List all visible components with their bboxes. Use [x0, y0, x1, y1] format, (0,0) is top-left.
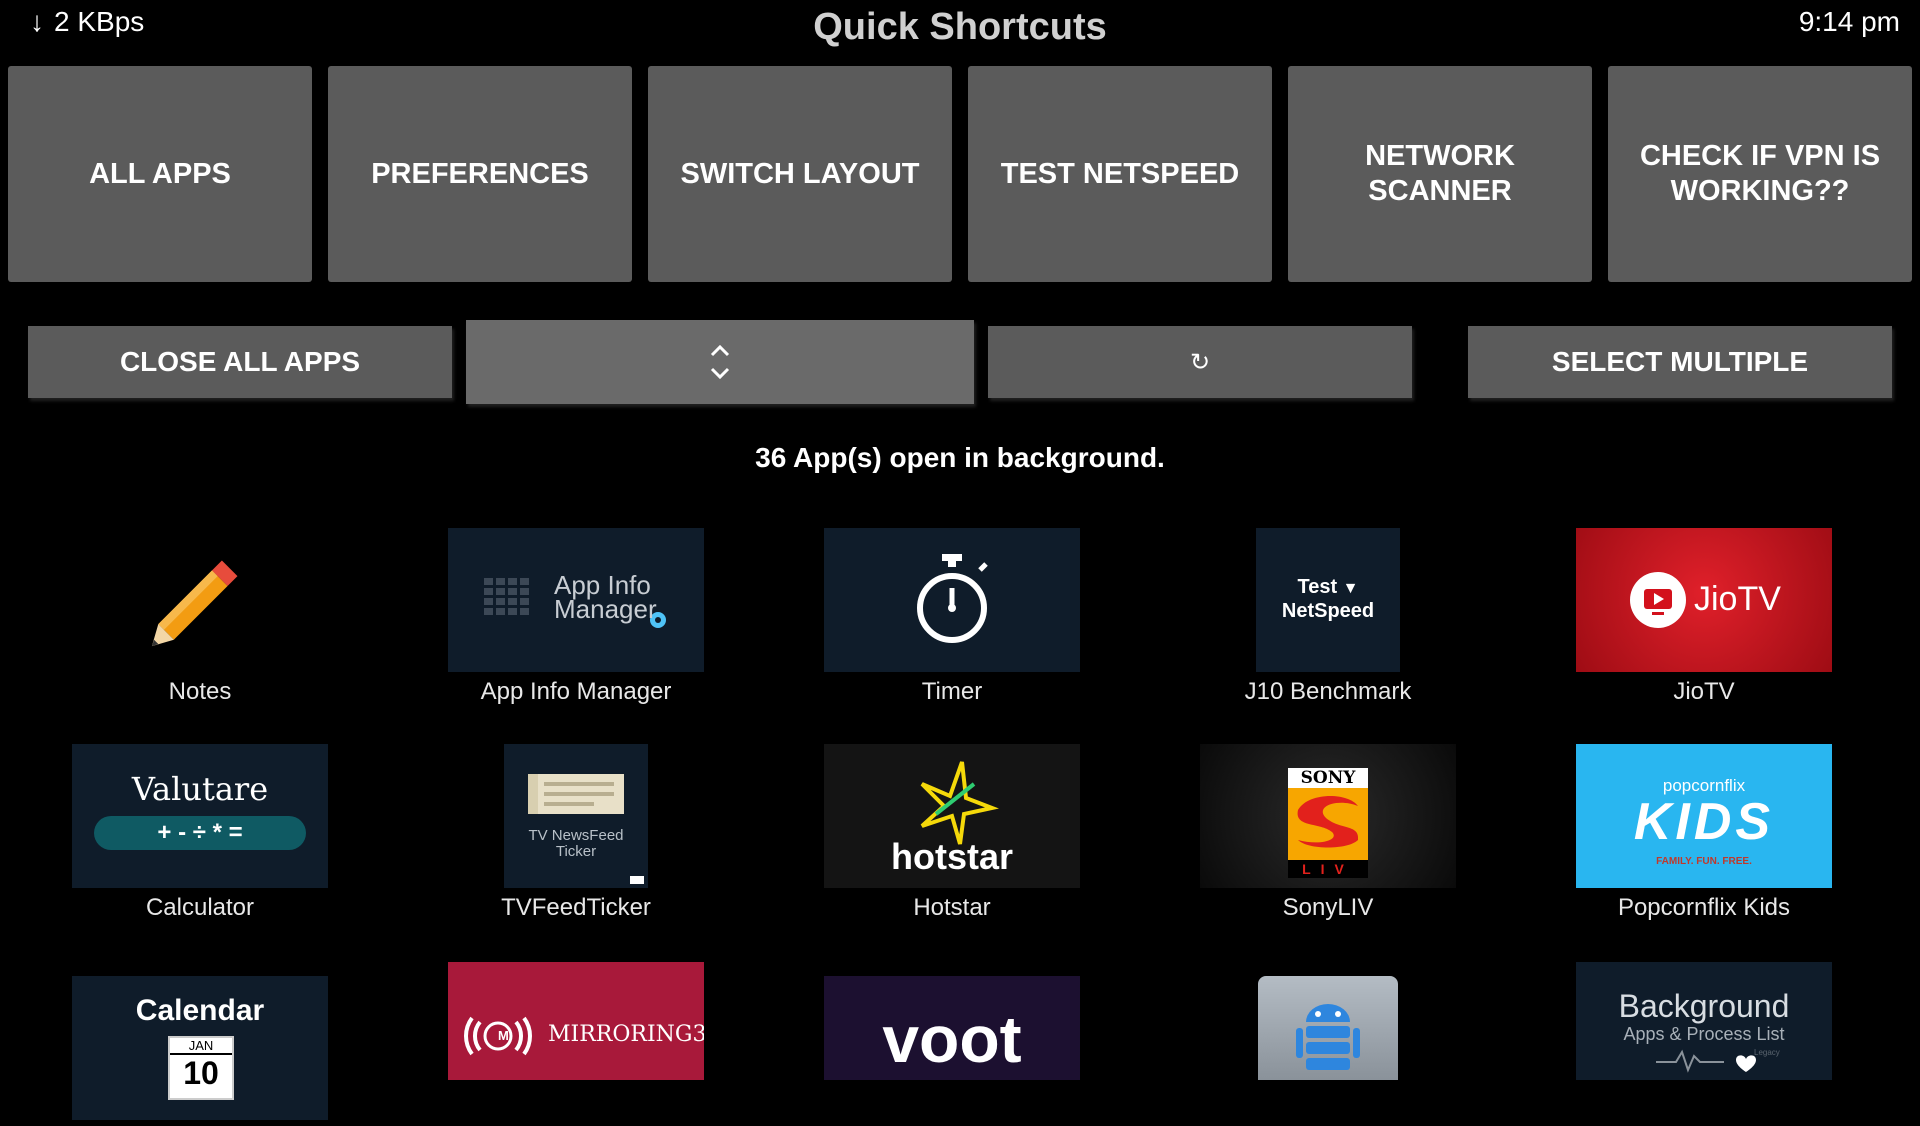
app-tile-android-server[interactable]: [1200, 976, 1456, 1086]
app-label: App Info Manager: [480, 678, 672, 705]
app-label: Calculator: [145, 894, 255, 921]
android-server-icon: [1258, 976, 1398, 1080]
app-label: Popcornflix Kids: [1617, 894, 1791, 921]
calendar-month: JAN: [170, 1038, 232, 1055]
app-tile-popcornflix-kids[interactable]: popcornflix KIDS FAMILY. FUN. FREE. Popc…: [1576, 744, 1832, 922]
calculator-title: Valutare: [131, 770, 269, 808]
background-app-count: 36 App(s) open in background.: [755, 442, 1165, 473]
close-all-apps-button[interactable]: CLOSE ALL APPS: [28, 326, 452, 398]
app-label: TVFeedTicker: [501, 894, 651, 921]
app-tile-j10-benchmark[interactable]: Test ▼ NetSpeed J10 Benchmark: [1200, 528, 1456, 706]
m-letter: M: [498, 1028, 509, 1043]
calendar-title: Calendar: [135, 994, 265, 1027]
mirroring360-text: MIRRORING360: [548, 1022, 704, 1047]
app-tile-tvfeedticker[interactable]: TV NewsFeed Ticker TVFeedTicker: [448, 744, 704, 922]
legacy-badge: Legacy: [1754, 1048, 1780, 1057]
action-row: CLOSE ALL APPS ↻ SELECT MULTIPLE: [0, 320, 1920, 410]
refresh-button[interactable]: ↻: [988, 326, 1412, 398]
hotstar-text: hotstar: [890, 836, 1013, 877]
app-tile-mirroring360[interactable]: M MIRRORING360: [448, 962, 704, 1086]
chevron-up-icon: [710, 344, 730, 357]
app-info-manager-icon: App Info Manager: [448, 528, 704, 672]
popcornflix-kids-icon: popcornflix KIDS FAMILY. FUN. FREE.: [1576, 744, 1832, 888]
refresh-icon: ↻: [1189, 348, 1211, 376]
app-label: Timer: [921, 678, 983, 705]
popcornflix-tagline: FAMILY. FUN. FREE.: [1656, 856, 1752, 867]
app-tile-notes[interactable]: Notes: [72, 528, 328, 706]
app-info-manager-text-2: Manager: [554, 594, 657, 624]
app-tile-hotstar[interactable]: hotstar Hotstar: [824, 744, 1080, 922]
calendar-page: JAN 10: [168, 1036, 234, 1100]
ticker-text: TV NewsFeed Ticker: [528, 827, 624, 860]
kids-text: KIDS: [1633, 793, 1775, 851]
mirroring360-icon: M MIRRORING360: [448, 962, 704, 1080]
app-tile-calculator[interactable]: Valutare + - ÷ * = Calculator: [72, 744, 328, 922]
app-tile-sonyliv[interactable]: SONY LIV SonyLIV: [1200, 744, 1456, 922]
app-tile-calendar[interactable]: Calendar JAN 10: [72, 976, 328, 1126]
app-tile-jiotv[interactable]: JioTV JioTV: [1576, 528, 1832, 706]
netspeed-text-2: NetSpeed: [1281, 600, 1375, 622]
calendar-day: 10: [183, 1055, 219, 1091]
test-netspeed-button[interactable]: TEST NETSPEED: [968, 66, 1272, 282]
app-label: Notes: [168, 678, 232, 705]
page-title: Quick Shortcuts: [813, 6, 1107, 48]
all-apps-button[interactable]: ALL APPS: [8, 66, 312, 282]
sony-text: SONY: [1288, 768, 1368, 788]
network-scanner-button[interactable]: NETWORK SCANNER: [1288, 66, 1592, 282]
background-apps-icon: Background Apps & Process List Legacy: [1576, 962, 1832, 1080]
select-multiple-button[interactable]: SELECT MULTIPLE: [1468, 326, 1892, 398]
app-tile-timer[interactable]: Timer: [824, 528, 1080, 706]
app-label: SonyLIV: [1282, 894, 1374, 921]
chevron-down-icon: [710, 367, 730, 380]
sonyliv-icon: SONY LIV: [1200, 744, 1456, 888]
clock: 9:14 pm: [1798, 6, 1900, 37]
jiotv-icon: JioTV: [1576, 528, 1832, 672]
calculator-icon: Valutare + - ÷ * =: [72, 744, 328, 888]
app-tile-voot[interactable]: voot: [824, 976, 1080, 1086]
app-tile-background-apps[interactable]: Background Apps & Process List Legacy: [1576, 962, 1832, 1086]
test-netspeed-icon: Test ▼ NetSpeed: [1256, 528, 1400, 672]
quick-shortcuts-bar: ALL APPS PREFERENCES SWITCH LAYOUT TEST …: [8, 66, 1912, 282]
sort-order-button[interactable]: [466, 320, 974, 404]
jiotv-text: JioTV: [1694, 580, 1781, 618]
netspeed-text-1: Test ▼: [1297, 576, 1359, 598]
voot-text: voot: [882, 1002, 1022, 1076]
newsfeed-ticker-icon: TV NewsFeed Ticker: [504, 744, 648, 888]
liv-text: LIV: [1288, 860, 1368, 878]
stopwatch-icon: [824, 528, 1080, 672]
sonyliv-logo-box: [1288, 788, 1368, 860]
check-vpn-button[interactable]: CHECK IF VPN IS WORKING??: [1608, 66, 1912, 282]
app-label: JioTV: [1673, 678, 1735, 705]
calendar-icon: Calendar JAN 10: [72, 976, 328, 1120]
voot-icon: voot: [824, 976, 1080, 1080]
pencil-icon: [72, 528, 328, 672]
calculator-operators: + - ÷ * =: [94, 816, 306, 850]
preferences-button[interactable]: PREFERENCES: [328, 66, 632, 282]
switch-layout-button[interactable]: SWITCH LAYOUT: [648, 66, 952, 282]
app-label: J10 Benchmark: [1244, 678, 1412, 705]
app-tile-app-info-manager[interactable]: App Info Manager App Info Manager: [448, 528, 704, 706]
hotstar-icon: hotstar: [824, 744, 1080, 888]
app-label: Hotstar: [913, 894, 991, 921]
